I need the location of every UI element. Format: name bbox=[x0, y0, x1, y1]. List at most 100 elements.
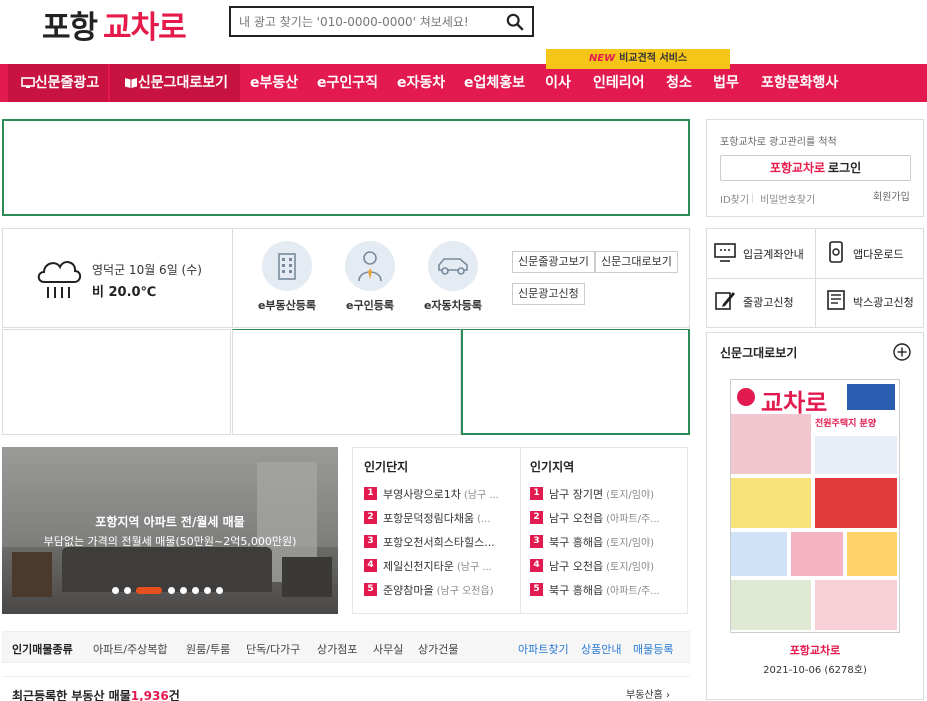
item-name: 부영사랑으로1차 bbox=[383, 488, 461, 501]
smartphone-icon bbox=[829, 241, 843, 263]
site-logo[interactable]: 포항 교차로 bbox=[42, 2, 187, 47]
slide-dot[interactable] bbox=[180, 587, 187, 594]
register-realestate-label[interactable]: e부동산등록 bbox=[247, 297, 327, 313]
building-icon bbox=[278, 253, 296, 280]
main-nav: 신문줄광고 신문그대로보기 e부동산 e구인구직 e자동차 e업체홍보 이사 인… bbox=[0, 64, 927, 102]
newspaper-issue-date: 2021-10-06 (6278호) bbox=[763, 665, 867, 676]
bank-account-info-link[interactable]: 입금계좌안내 bbox=[743, 246, 804, 262]
category-apartment[interactable]: 아파트/주상복합 bbox=[93, 641, 168, 657]
rank-badge: 1 bbox=[530, 487, 543, 500]
item-sub: (토지/임야) bbox=[606, 538, 655, 549]
category-office[interactable]: 사무실 bbox=[373, 641, 403, 657]
category-store[interactable]: 상가점포 bbox=[317, 641, 357, 657]
car-icon bbox=[438, 258, 468, 275]
item-name: 남구 장기면 bbox=[549, 488, 604, 501]
thumb-block bbox=[731, 532, 787, 576]
category-oneroom[interactable]: 원룸/투룸 bbox=[186, 641, 230, 657]
box-ad-apply-link[interactable]: 박스광고신청 bbox=[853, 294, 914, 310]
thumb-block bbox=[791, 532, 843, 576]
slide-dot-active[interactable] bbox=[136, 587, 162, 594]
ad-box-1[interactable] bbox=[2, 329, 231, 435]
newspaper-thumbnail[interactable]: 교차로 전원주택지 분양 bbox=[730, 379, 900, 633]
item-name: 포항오천서희스타힐스... bbox=[383, 536, 495, 549]
compare-quote-badge[interactable]: NEW 비교견적 서비스 bbox=[546, 49, 730, 69]
nav-item-cleaning[interactable]: 청소 bbox=[666, 64, 692, 102]
popular-region-item[interactable]: 북구 흥해읍 (토지/임야) bbox=[549, 534, 683, 550]
register-job-button[interactable] bbox=[345, 241, 395, 291]
popular-complex-item[interactable]: 포항오천서희스타힐스... bbox=[383, 534, 515, 550]
monitor-icon bbox=[21, 77, 35, 88]
find-apartment-link[interactable]: 아파트찾기 bbox=[518, 641, 569, 657]
nav-item-business[interactable]: e업체홍보 bbox=[464, 64, 525, 102]
item-name: 제일신천지타운 bbox=[383, 560, 454, 573]
thumb-box bbox=[847, 384, 895, 410]
nav-item-legal[interactable]: 법무 bbox=[713, 64, 739, 102]
top-ad-banner[interactable] bbox=[2, 119, 690, 216]
register-car-button[interactable] bbox=[428, 241, 478, 291]
item-sub: (아파트/주... bbox=[606, 586, 660, 597]
thumb-title: 교차로 bbox=[761, 389, 828, 417]
nav-item-realestate[interactable]: e부동산 bbox=[250, 64, 298, 102]
popular-region-title: 인기지역 bbox=[530, 460, 575, 474]
search-box bbox=[229, 6, 534, 37]
nav-item-culture-events[interactable]: 포항문화행사 bbox=[761, 64, 838, 102]
register-realestate-button[interactable] bbox=[262, 241, 312, 291]
slide-dot[interactable] bbox=[204, 587, 211, 594]
view-newspaper-button[interactable]: 신문그대로보기 bbox=[595, 251, 678, 273]
newspaper-panel-title: 신문그대로보기 bbox=[720, 346, 798, 360]
line-ad-apply-link[interactable]: 줄광고신청 bbox=[743, 294, 794, 310]
login-brand: 포항교차로 bbox=[769, 161, 826, 175]
nav-item-jobs[interactable]: e구인구직 bbox=[317, 64, 378, 102]
rank-badge: 2 bbox=[364, 511, 377, 524]
recent-listings-heading: 최근등록한 부동산 매물1,936건 bbox=[12, 687, 180, 701]
monitor-icon bbox=[714, 243, 736, 262]
thumb-seal bbox=[737, 388, 755, 406]
item-sub: (토지/임야) bbox=[606, 562, 655, 573]
popular-complex-item[interactable]: 포항문덕정림다채움 (... bbox=[383, 510, 515, 526]
plus-circle-icon[interactable] bbox=[893, 343, 911, 361]
thumb-block bbox=[731, 478, 811, 528]
login-button[interactable]: 포항교차로 로그인 bbox=[720, 155, 911, 181]
popular-region-item[interactable]: 남구 장기면 (토지/임야) bbox=[549, 486, 683, 502]
nav-item-newspaper-view[interactable]: 신문그대로보기 bbox=[110, 64, 240, 102]
slide-dot[interactable] bbox=[112, 587, 119, 594]
apply-newspaper-ad-button[interactable]: 신문광고신청 bbox=[512, 283, 585, 305]
nav-item-cars[interactable]: e자동차 bbox=[397, 64, 445, 102]
search-icon[interactable] bbox=[506, 13, 524, 31]
popular-complex-item[interactable]: 준양참마을 (남구 오천읍) bbox=[383, 582, 515, 598]
divider bbox=[707, 278, 923, 279]
slide-dot[interactable] bbox=[168, 587, 175, 594]
register-listing-link[interactable]: 매물등록 bbox=[633, 641, 673, 657]
weather-register-panel bbox=[2, 228, 690, 328]
ad-box-2[interactable] bbox=[232, 329, 461, 435]
divider bbox=[752, 193, 753, 203]
register-job-label[interactable]: e구인등록 bbox=[330, 297, 410, 313]
realestate-home-link[interactable]: 부동산홈 › bbox=[626, 686, 670, 701]
popular-complex-item[interactable]: 제일신천지타운 (남구 ... bbox=[383, 558, 515, 574]
product-info-link[interactable]: 상품안내 bbox=[581, 641, 621, 657]
popular-region-item[interactable]: 남구 오천읍 (아파트/주... bbox=[549, 510, 683, 526]
popular-region-item[interactable]: 북구 흥해읍 (아파트/주... bbox=[549, 582, 683, 598]
item-sub: (남구 ... bbox=[456, 562, 492, 573]
slide-dot[interactable] bbox=[124, 587, 131, 594]
nav-item-interior[interactable]: 인테리어 bbox=[593, 64, 645, 102]
register-car-label[interactable]: e자동차등록 bbox=[413, 297, 493, 313]
category-commercial-building[interactable]: 상가건물 bbox=[418, 641, 458, 657]
category-detached[interactable]: 단독/다가구 bbox=[246, 641, 300, 657]
banner-armchair bbox=[282, 557, 332, 597]
item-name: 포항문덕정림다채움 bbox=[383, 512, 475, 525]
popular-region-item[interactable]: 남구 오천읍 (토지/임야) bbox=[549, 558, 683, 574]
app-download-link[interactable]: 앱다운로드 bbox=[853, 246, 904, 262]
slide-dot[interactable] bbox=[216, 587, 223, 594]
view-line-ads-button[interactable]: 신문줄광고보기 bbox=[512, 251, 595, 273]
popular-complex-item[interactable]: 부영사랑으로1차 (남구 ... bbox=[383, 486, 515, 502]
find-password-link[interactable]: 비밀번호찾기 bbox=[760, 191, 815, 206]
nav-item-newspaper-ads[interactable]: 신문줄광고 bbox=[8, 64, 108, 102]
find-id-link[interactable]: ID찾기 bbox=[720, 191, 749, 206]
signup-link[interactable]: 회원가입 bbox=[873, 188, 910, 203]
search-input[interactable] bbox=[231, 8, 501, 35]
rank-badge: 1 bbox=[364, 487, 377, 500]
nav-item-moving[interactable]: 이사 bbox=[544, 64, 572, 102]
slide-dot[interactable] bbox=[192, 587, 199, 594]
ad-box-3[interactable] bbox=[461, 329, 690, 435]
